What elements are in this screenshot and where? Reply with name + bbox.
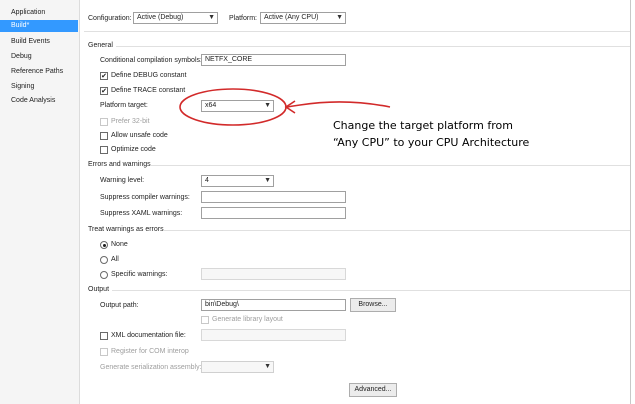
annotation-line-2: “Any CPU” to your CPU Architecture (333, 136, 530, 149)
annotation-overlay (179, 88, 391, 126)
pointer-arrow (286, 101, 391, 108)
annotation-line-1: Change the target platform from (333, 119, 513, 132)
window-right-border (630, 0, 631, 404)
highlight-ellipse (179, 88, 287, 126)
annotation-text: Change the target platform from “Any CPU… (333, 117, 573, 151)
